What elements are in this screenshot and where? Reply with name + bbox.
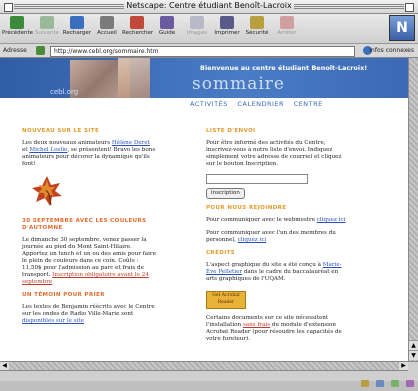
location-bar: Adresse http://www.cebl.org/sommaire.htm…: [0, 44, 418, 58]
home-icon: [100, 16, 114, 29]
toolbar-button-back-arrow[interactable]: Précédente: [2, 16, 34, 42]
paragraph-personnel: Pour communiquer avec l'un des membres d…: [206, 230, 346, 244]
link-disponibles[interactable]: disponibles sur le site: [22, 318, 84, 324]
status-icons: [359, 372, 414, 387]
site-name: cebl.org: [50, 88, 79, 96]
heading-automne: 30 SEPTEMBRE AVEC LES COULEURS D'AUTOMNE: [22, 218, 147, 231]
scroll-left-arrow[interactable]: ◀: [0, 362, 9, 370]
autumn-leaf-image: [30, 174, 64, 208]
toolbar-button-label: Recharger: [62, 30, 92, 36]
toolbar-button-stop[interactable]: Arrêter: [272, 16, 302, 42]
images-icon: [190, 16, 204, 29]
toolbar-button-images[interactable]: Images: [182, 16, 212, 42]
email-field[interactable]: [206, 174, 308, 184]
nav-centre[interactable]: CENTRE: [294, 100, 323, 108]
left-column: NOUVEAU SUR LE SITE Les deux nouveaux an…: [22, 128, 157, 331]
scroll-up-arrow[interactable]: ▲: [409, 340, 418, 350]
banner: cebl.org Bienvenue au centre étudiant Be…: [0, 58, 408, 98]
back-arrow-icon: [10, 16, 24, 29]
paragraph-credits: L'aspect graphique du site a été conçu à…: [206, 262, 346, 283]
url-field[interactable]: http://www.cebl.org/sommaire.htm: [50, 46, 355, 57]
toolbar-button-reload[interactable]: Recharger: [62, 16, 92, 42]
zoom-box[interactable]: [405, 3, 414, 12]
toolbar-button-label: Précédente: [2, 30, 34, 36]
title-bar: Netscape: Centre étudiant Benoît-Lacroix: [0, 0, 418, 14]
toolbar-button-label: Accueil: [97, 30, 117, 36]
right-column: LISTE D'ENVOI Pour être informé des acti…: [206, 128, 346, 349]
paragraph-temoin: Les textes de Benjamin réécrits avec le …: [22, 304, 157, 325]
vertical-scrollbar[interactable]: ▲ ▼: [408, 58, 418, 361]
acrobat-reader-badge[interactable]: Get Acrobat Reader: [206, 291, 246, 309]
heading-liste: LISTE D'ENVOI: [206, 128, 256, 134]
welcome-text: Bienvenue au centre étudiant Benoît-Lacr…: [200, 64, 368, 72]
toolbar-button-label: Arrêter: [277, 30, 297, 36]
toolbar-button-security[interactable]: Sécurité: [242, 16, 272, 42]
print-icon: [220, 16, 234, 29]
link-webmestre[interactable]: cliquez ici: [317, 217, 346, 223]
paragraph-nouveau: Les deux nouveaux animateurs Hélène Dere…: [22, 140, 157, 168]
guide-icon: [160, 16, 174, 29]
related-info-link[interactable]: Infos connexes: [369, 47, 414, 54]
page-title: sommaire: [192, 74, 285, 94]
news-icon[interactable]: [406, 380, 414, 387]
netscape-logo[interactable]: N: [389, 15, 415, 41]
toolbar-button-home[interactable]: Accueil: [92, 16, 122, 42]
security-icon: [250, 16, 264, 29]
reload-icon: [70, 16, 84, 29]
link-michel[interactable]: Michel Loslie: [29, 147, 67, 153]
text: Les deux nouveaux animateurs: [22, 140, 112, 146]
toolbar-button-label: Suivante: [34, 30, 60, 36]
text: L'aspect graphique du site a été conçu à: [206, 262, 323, 268]
horizontal-scrollbar[interactable]: ◀ ▶: [0, 362, 408, 371]
toolbar-button-label: Sécurité: [245, 30, 269, 36]
text: Pour communiquer avec le webmestre: [206, 217, 317, 223]
toolbar-button-label: Rechercher: [122, 30, 154, 36]
scroll-down-arrow[interactable]: ▼: [409, 350, 418, 360]
nav-calendrier[interactable]: CALENDRIER: [237, 100, 284, 108]
toolbar-button-print[interactable]: Imprimer: [212, 16, 242, 42]
heading-credits: CRÉDITS: [206, 250, 236, 256]
forward-arrow-icon: [40, 16, 54, 29]
nav-activites[interactable]: ACTIVITÉS: [190, 100, 228, 108]
heading-temoin: UN TÉMOIN POUR PRIER: [22, 292, 105, 298]
link-sans-frais[interactable]: sans frais: [243, 322, 270, 328]
toolbar-button-search[interactable]: Rechercher: [122, 16, 154, 42]
search-icon: [130, 16, 144, 29]
lock-icon[interactable]: [360, 380, 369, 387]
text: Pour communiquer avec l'un des membres d…: [206, 230, 336, 243]
location-label: Adresse: [3, 47, 27, 54]
toolbar-button-forward-arrow[interactable]: Suivante: [32, 16, 62, 42]
subscribe-button[interactable]: Inscription: [206, 188, 245, 199]
text: Les textes de Benjamin réécrits avec le …: [22, 304, 155, 317]
composer-icon[interactable]: [390, 380, 399, 387]
toolbar-button-label: Images: [186, 30, 208, 36]
title-stripes: [294, 4, 404, 10]
paragraph-acrobat: Certains documents sur ce site nécessite…: [206, 315, 346, 343]
paragraph-liste: Pour être informé des activités du Centr…: [206, 140, 342, 167]
page-content: cebl.org Bienvenue au centre étudiant Be…: [0, 58, 408, 361]
link-helene[interactable]: Hélène Deret: [112, 140, 150, 146]
site-nav: ACTIVITÉS CALENDRIER CENTRE: [190, 100, 330, 108]
stop-icon: [280, 16, 294, 29]
toolbar: Précédente Suivante Recharger Accueil Recher…: [0, 14, 418, 44]
heading-rejoindre: POUR NOUS REJOINDRE: [206, 205, 287, 211]
paragraph-automne: Le dimanche 30 septembre, venez passer l…: [22, 237, 157, 286]
bookmark-icon[interactable]: [36, 46, 45, 55]
scroll-right-arrow[interactable]: ▶: [399, 362, 408, 370]
status-bar: ◀ ▶: [0, 361, 418, 387]
students-photo: [118, 58, 150, 98]
heading-nouveau: NOUVEAU SUR LE SITE: [22, 128, 100, 134]
toolbar-button-label: Imprimer: [214, 30, 240, 36]
paragraph-webmestre: Pour communiquer avec le webmestre cliqu…: [206, 217, 346, 224]
toolbar-button-label: Guide: [158, 30, 176, 36]
mail-icon[interactable]: [375, 380, 384, 387]
toolbar-button-guide[interactable]: Guide: [152, 16, 182, 42]
link-personnel[interactable]: cliquez ici: [238, 237, 267, 243]
